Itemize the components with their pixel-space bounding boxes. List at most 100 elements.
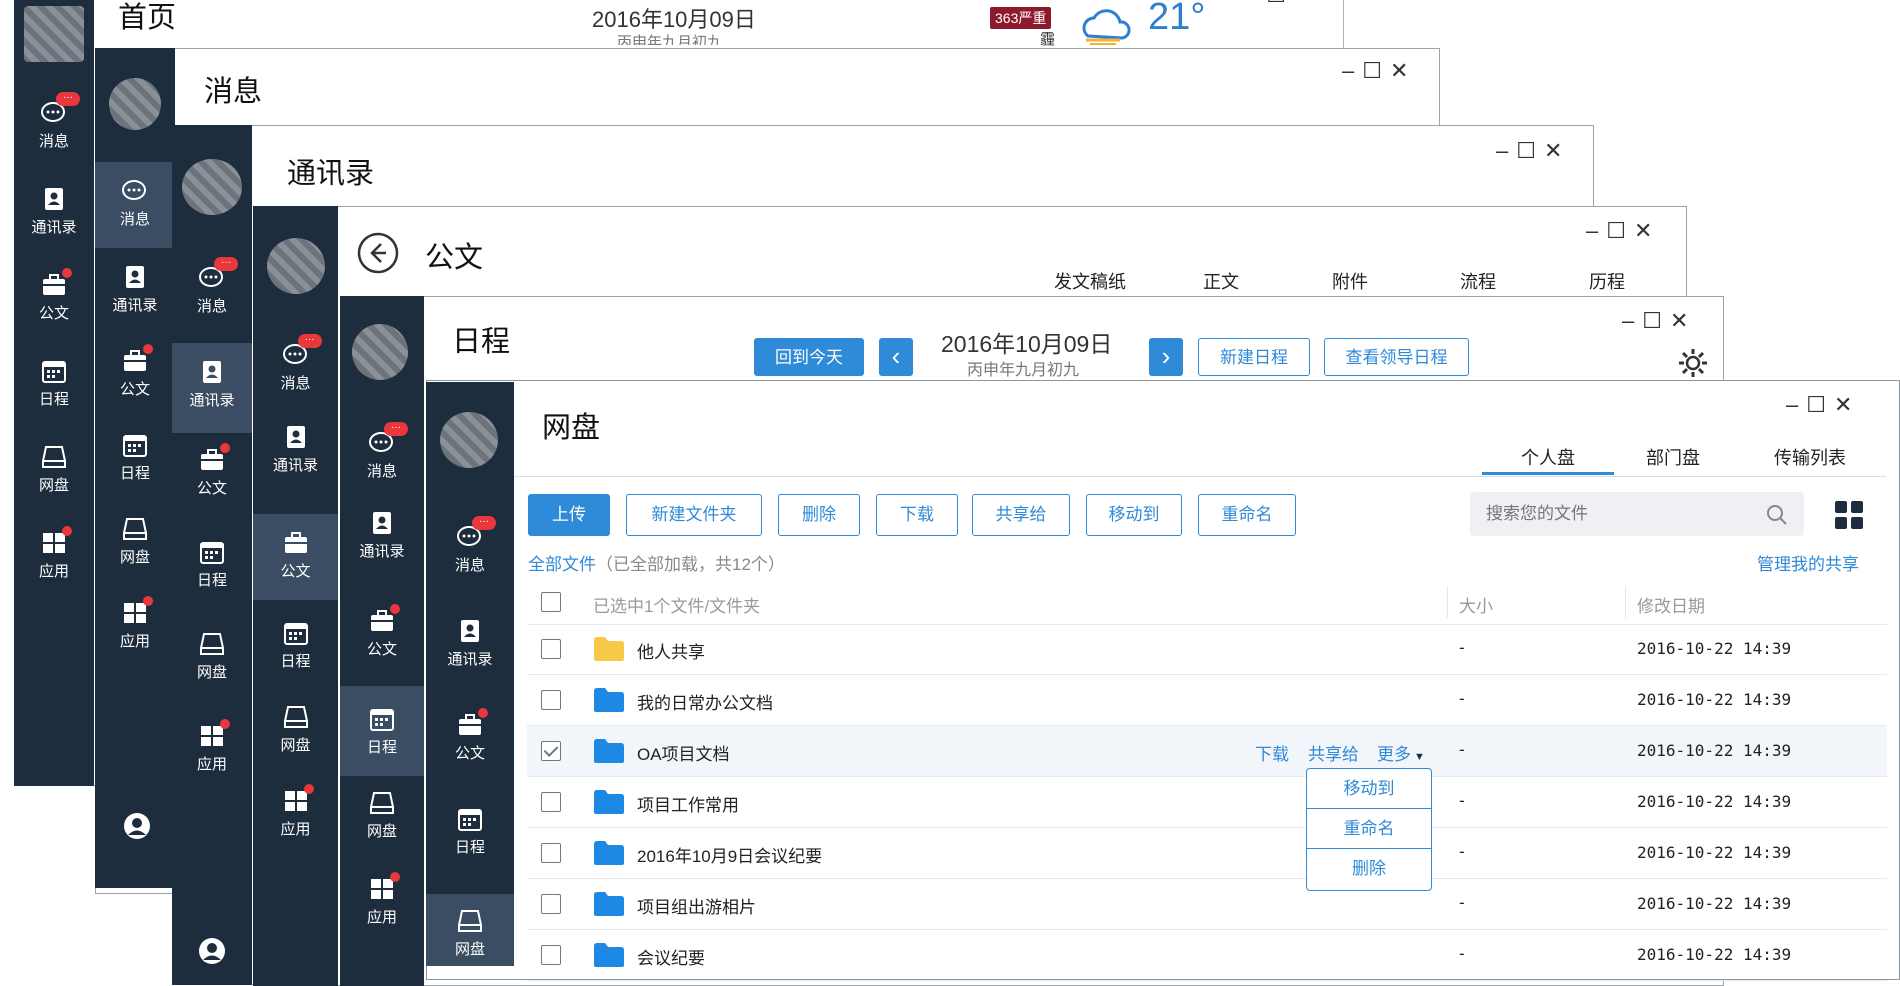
close-icon[interactable]: ✕ (1390, 58, 1416, 84)
close-icon[interactable]: ✕ (1544, 138, 1570, 164)
table-row[interactable]: 他人共享 - 2016-10-22 14:39 (527, 624, 1887, 675)
minimize-icon[interactable]: – (1496, 138, 1516, 164)
file-name[interactable]: 项目组出游相片 (637, 893, 756, 918)
sidebar-item-messages[interactable]: 消息 (95, 162, 175, 248)
row-checkbox[interactable] (541, 894, 561, 914)
tab-body[interactable]: 正文 (1203, 268, 1239, 294)
table-row[interactable]: 项目工作常用 - 2016-10-22 14:39 (527, 777, 1887, 828)
tab-personal-disk[interactable]: 个人盘 (1482, 444, 1614, 470)
maximize-icon[interactable]: ☐ (1606, 218, 1634, 244)
avatar[interactable] (182, 159, 242, 215)
delete-button[interactable]: 删除 (778, 494, 860, 536)
sidebar-item-schedule[interactable]: 日程 (426, 806, 514, 857)
minimize-icon[interactable]: – (1246, 0, 1266, 8)
file-name[interactable]: 我的日常办公文档 (637, 689, 773, 714)
new-folder-button[interactable]: 新建文件夹 (626, 494, 762, 536)
sidebar-item-messages[interactable]: ··· 消息 (340, 422, 424, 481)
search-icon[interactable] (1766, 504, 1788, 526)
sidebar-item-schedule[interactable]: 日程 (340, 686, 424, 776)
sidebar-item-disk[interactable]: 网盘 (14, 444, 94, 495)
sidebar-item-contacts[interactable]: 通讯录 (95, 264, 175, 315)
search-input[interactable] (1484, 500, 1758, 528)
row-checkbox[interactable] (541, 792, 561, 812)
sidebar-item-schedule[interactable]: 日程 (95, 432, 175, 483)
minimize-icon[interactable]: – (1786, 392, 1806, 418)
sidebar-item-docs[interactable]: 公文 (426, 708, 514, 763)
avatar[interactable] (24, 6, 84, 62)
upload-button[interactable]: 上传 (528, 494, 610, 536)
table-row[interactable]: OA项目文档 - 2016-10-22 14:39 下载 共享给 更多 ▼ (527, 726, 1887, 777)
user-icon[interactable] (198, 937, 226, 965)
minimize-icon[interactable]: – (1586, 218, 1606, 244)
sidebar-item-messages[interactable]: ··· 消息 (426, 516, 514, 575)
minimize-icon[interactable]: – (1622, 308, 1642, 334)
row-checkbox[interactable] (541, 639, 561, 659)
download-button[interactable]: 下载 (876, 494, 958, 536)
avatar[interactable] (352, 324, 408, 380)
sidebar-item-docs[interactable]: 公文 (95, 344, 175, 399)
breadcrumb-all-files[interactable]: 全部文件 (528, 555, 596, 574)
tab-history[interactable]: 历程 (1589, 268, 1625, 294)
sidebar-item-schedule[interactable]: 日程 (253, 620, 338, 671)
leader-schedule-button[interactable]: 查看领导日程 (1324, 338, 1469, 376)
row-checkbox[interactable] (541, 741, 561, 761)
avatar[interactable] (267, 238, 325, 294)
table-row[interactable]: 2016年10月9日会议纪要 - 2016-10-22 14:39 (527, 828, 1887, 879)
today-button[interactable]: 回到今天 (754, 338, 864, 376)
sidebar-item-contacts[interactable]: 通讯录 (172, 343, 252, 433)
close-icon[interactable]: ✕ (1634, 218, 1660, 244)
sidebar-item-apps[interactable]: 应用 (253, 784, 338, 839)
sidebar-item-docs[interactable]: 公文 (172, 443, 252, 498)
manage-share-link[interactable]: 管理我的共享 (1757, 550, 1859, 575)
new-schedule-button[interactable]: 新建日程 (1198, 338, 1310, 376)
sidebar-item-docs[interactable]: 公文 (253, 514, 338, 600)
maximize-icon[interactable]: ☐ (1642, 308, 1670, 334)
minimize-icon[interactable]: – (1342, 58, 1362, 84)
file-name[interactable]: 2016年10月9日会议纪要 (637, 842, 822, 867)
maximize-icon[interactable]: ☐ (1362, 58, 1390, 84)
file-name[interactable]: 项目工作常用 (637, 791, 739, 816)
table-row[interactable]: 项目组出游相片 - 2016-10-22 14:39 (527, 879, 1887, 930)
share-button[interactable]: 共享给 (972, 494, 1070, 536)
tab-draft[interactable]: 发文稿纸 (1054, 268, 1126, 294)
file-name[interactable]: OA项目文档 (637, 740, 730, 765)
row-more-link[interactable]: 更多 ▼ (1377, 740, 1425, 765)
table-row[interactable]: 会议纪要 - 2016-10-22 14:39 (527, 930, 1887, 981)
user-icon[interactable] (123, 812, 151, 840)
row-checkbox[interactable] (541, 690, 561, 710)
sidebar-item-apps[interactable]: 应用 (172, 719, 252, 774)
maximize-icon[interactable]: ☐ (1516, 138, 1544, 164)
date-header[interactable]: 修改日期 (1637, 592, 1705, 617)
prev-day-button[interactable]: ‹ (879, 338, 913, 376)
maximize-icon[interactable]: ☐ (1266, 0, 1294, 8)
next-day-button[interactable]: › (1149, 338, 1183, 376)
sidebar-item-docs[interactable]: 公文 (340, 604, 424, 659)
size-header[interactable]: 大小 (1459, 592, 1493, 617)
close-icon[interactable]: ✕ (1294, 0, 1320, 8)
sidebar-item-messages[interactable]: ··· 消息 (253, 334, 338, 393)
back-icon[interactable] (357, 232, 399, 274)
table-row[interactable]: 我的日常办公文档 - 2016-10-22 14:39 (527, 675, 1887, 726)
avatar[interactable] (440, 412, 498, 468)
sidebar-item-disk[interactable]: 网盘 (253, 704, 338, 755)
sidebar-item-apps[interactable]: 应用 (340, 872, 424, 927)
sidebar-item-disk[interactable]: 网盘 (340, 790, 424, 841)
close-icon[interactable]: ✕ (1670, 308, 1696, 334)
sidebar-item-disk[interactable]: 网盘 (426, 894, 514, 966)
tab-attachments[interactable]: 附件 (1332, 268, 1368, 294)
select-all-checkbox[interactable] (541, 592, 561, 612)
rename-button[interactable]: 重命名 (1198, 494, 1296, 536)
sidebar-item-contacts[interactable]: 通讯录 (14, 186, 94, 237)
close-icon[interactable]: ✕ (1834, 392, 1860, 418)
tab-flow[interactable]: 流程 (1460, 268, 1496, 294)
avatar[interactable] (109, 78, 161, 130)
menu-move-to[interactable]: 移动到 (1307, 769, 1431, 809)
sidebar-item-disk[interactable]: 网盘 (172, 631, 252, 682)
sidebar-item-schedule[interactable]: 日程 (172, 539, 252, 590)
sidebar-item-schedule[interactable]: 日程 (14, 358, 94, 409)
sidebar-item-disk[interactable]: 网盘 (95, 516, 175, 567)
move-to-button[interactable]: 移动到 (1086, 494, 1182, 536)
menu-delete[interactable]: 删除 (1307, 849, 1431, 889)
sidebar-item-messages[interactable]: ··· 消息 (14, 92, 94, 151)
sidebar-item-messages[interactable]: ··· 消息 (172, 257, 252, 316)
